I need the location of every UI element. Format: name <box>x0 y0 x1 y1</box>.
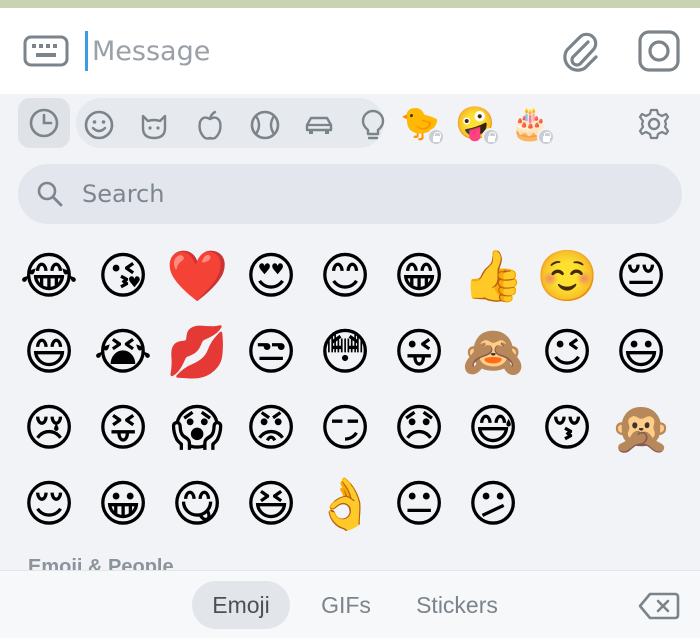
emoji-item[interactable]: 👍 <box>462 246 524 308</box>
category-recent[interactable] <box>18 98 70 148</box>
emoji-item[interactable]: 😒 <box>240 322 302 384</box>
text-cursor <box>85 31 88 71</box>
emoji-item[interactable]: 😝 <box>92 398 154 460</box>
emoji-item[interactable]: 😔 <box>610 246 672 308</box>
emoji-item[interactable]: 😄 <box>18 322 80 384</box>
emoji-item[interactable]: 😊 <box>314 246 376 308</box>
search-input[interactable] <box>82 172 642 216</box>
keyboard-icon <box>23 35 69 67</box>
emoji-item[interactable]: 😉 <box>536 322 598 384</box>
emoji-item[interactable]: 😚 <box>536 398 598 460</box>
section-label: Emoji & People <box>28 556 174 570</box>
emoji-item[interactable]: 😭 <box>92 322 154 384</box>
emoji-item[interactable]: ☺️ <box>536 246 598 308</box>
camera-icon <box>638 30 680 72</box>
category-bar: 🐤 🤪 🎂 <box>0 94 700 152</box>
emoji-item[interactable]: 💋 <box>166 322 228 384</box>
emoji-panel: 🐤 🤪 🎂 😂😘❤️😍😊😁👍☺️😔😄😭💋😒😳😜🙈😉😃😢😝😱😡😏😞� <box>0 94 700 570</box>
camera-button[interactable] <box>636 28 682 74</box>
emoji-item[interactable]: 🙈 <box>462 322 524 384</box>
emoji-item[interactable]: 😆 <box>240 474 302 536</box>
message-input[interactable] <box>92 26 512 76</box>
ball-icon[interactable] <box>248 108 282 142</box>
paperclip-icon <box>563 32 598 72</box>
keyboard-toggle-button[interactable] <box>22 32 70 70</box>
emoji-item[interactable]: 🙊 <box>610 398 672 460</box>
search-icon <box>37 181 63 207</box>
sticker-pack-happy-bday[interactable]: 🎂 <box>507 100 555 146</box>
gear-icon <box>638 108 670 140</box>
emoji-item[interactable]: ❤️ <box>166 246 228 308</box>
car-icon[interactable] <box>302 108 336 142</box>
lock-icon <box>427 128 445 146</box>
emoji-item[interactable]: 😢 <box>18 398 80 460</box>
emoji-item[interactable]: 😕 <box>462 474 524 536</box>
emoji-item[interactable]: 😁 <box>388 246 450 308</box>
message-input-bar <box>0 8 700 94</box>
emoji-item[interactable]: 😏 <box>314 398 376 460</box>
apple-icon[interactable] <box>193 108 227 142</box>
emoji-item[interactable]: 😜 <box>388 322 450 384</box>
emoji-item[interactable]: 😍 <box>240 246 302 308</box>
emoji-item[interactable]: 😳 <box>314 322 376 384</box>
lock-icon <box>537 128 555 146</box>
emoji-item[interactable]: 😅 <box>462 398 524 460</box>
emoji-grid: 😂 😘 ❤️ 😍 😊 😁 👍 ☺️ 😔 😄 😭 💋 😒 😳 😜 🙈 😉 😃 😢 😝 😱 😡 😏 😞 😅 😚 🙊 😌 😀 😋 😆 👌 😐 😕 <box>18 246 686 550</box>
emoji-item[interactable]: 😐 <box>388 474 450 536</box>
emoji-item[interactable]: 😃 <box>610 322 672 384</box>
smiley-icon[interactable] <box>82 108 116 142</box>
tab-stickers[interactable]: Stickers <box>402 581 512 629</box>
sticker-pack-blob[interactable]: 🤪 <box>452 100 500 146</box>
emoji-item[interactable]: 👌 <box>314 474 376 536</box>
attach-button[interactable] <box>558 28 600 74</box>
tab-emoji[interactable]: Emoji <box>192 581 290 629</box>
clock-icon <box>29 108 59 138</box>
backspace-button[interactable] <box>638 591 680 621</box>
emoji-item[interactable]: 😌 <box>18 474 80 536</box>
emoji-item[interactable]: 😀 <box>92 474 154 536</box>
emoji-item[interactable]: 😞 <box>388 398 450 460</box>
cat-icon[interactable] <box>137 108 171 142</box>
backspace-icon <box>638 592 680 620</box>
sticker-pack-duck[interactable]: 🐤 <box>397 100 445 146</box>
lightbulb-icon[interactable] <box>356 108 390 142</box>
emoji-item[interactable]: 😋 <box>166 474 228 536</box>
category-group <box>76 98 385 148</box>
emoji-item[interactable]: 😱 <box>166 398 228 460</box>
tab-gifs[interactable]: GIFs <box>308 581 384 629</box>
panel-tab-bar: Emoji GIFs Stickers <box>0 570 700 638</box>
app-background-strip <box>0 0 700 8</box>
emoji-item[interactable]: 😘 <box>92 246 154 308</box>
emoji-settings-button[interactable] <box>636 106 672 142</box>
emoji-item[interactable]: 😡 <box>240 398 302 460</box>
emoji-item[interactable]: 😂 <box>18 246 80 308</box>
lock-icon <box>482 128 500 146</box>
emoji-search-bar[interactable] <box>18 164 682 224</box>
